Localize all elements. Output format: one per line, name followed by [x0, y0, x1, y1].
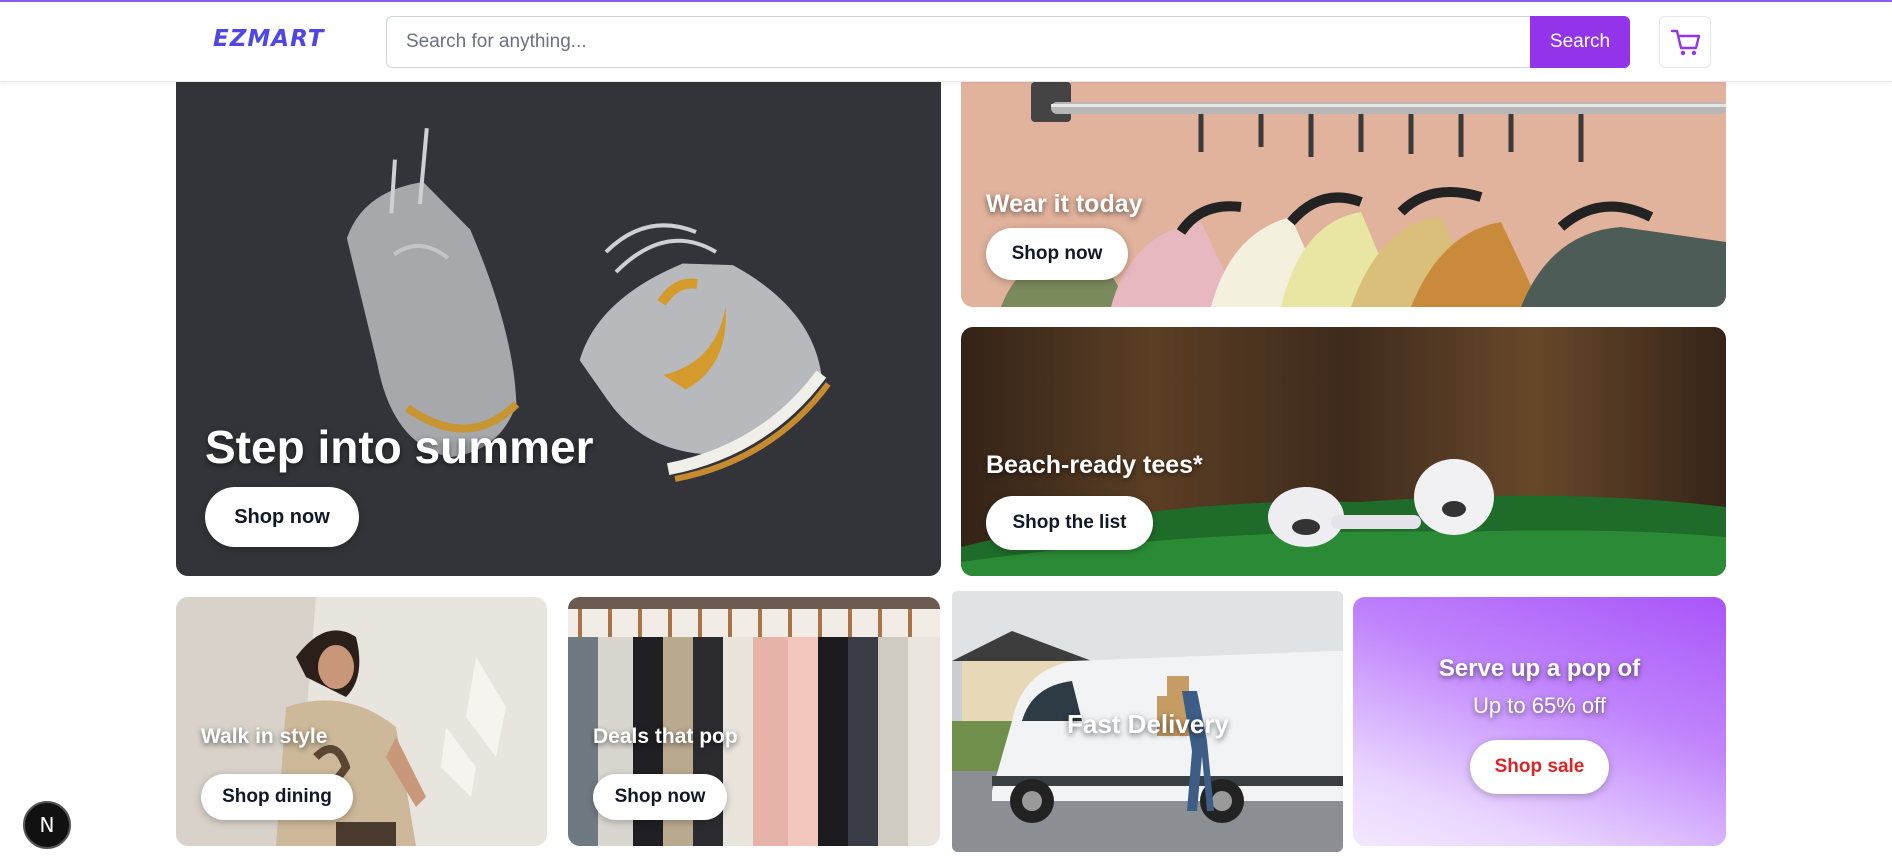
promo-sale-tile[interactable]: Serve up a pop of Up to 65% off Shop sal… [1353, 597, 1726, 846]
search-input[interactable] [387, 17, 1531, 67]
promo-title: Serve up a pop of [1438, 655, 1641, 682]
deals-that-pop-tile[interactable]: Deals that pop Shop now [568, 597, 940, 846]
deals-title: Deals that pop [593, 725, 738, 748]
deals-shop-now-button[interactable]: Shop now [593, 774, 727, 820]
hero-shop-now-button[interactable]: Shop now [205, 487, 359, 547]
walk-in-style-tile[interactable]: Walk in style Shop dining [176, 597, 547, 846]
search-bar: Search [386, 16, 1630, 68]
cart-icon [1671, 29, 1701, 56]
wear-title: Wear it today [986, 190, 1143, 218]
hero-tile-sneakers[interactable]: Step into summer Shop now [176, 82, 941, 576]
hero-title: Step into summer [205, 421, 594, 473]
promo-shop-sale-button[interactable]: Shop sale [1470, 740, 1609, 794]
dev-tools-badge[interactable]: N [23, 801, 71, 849]
fast-delivery-tile[interactable]: Fast Delivery [952, 591, 1343, 852]
walk-shop-dining-button[interactable]: Shop dining [201, 774, 353, 820]
wear-it-today-tile[interactable]: Wear it today Shop now [961, 82, 1726, 307]
cart-button[interactable] [1659, 16, 1711, 68]
promo-subtitle: Up to 65% off [1473, 693, 1606, 718]
site-header: EZMART Search [0, 2, 1892, 82]
ezmart-logo[interactable]: EZMART [213, 26, 324, 52]
walk-title: Walk in style [201, 725, 328, 748]
beach-shop-the-list-button[interactable]: Shop the list [986, 496, 1153, 550]
search-button[interactable]: Search [1530, 16, 1630, 68]
beach-ready-tees-tile[interactable]: Beach-ready tees* Shop the list [961, 327, 1726, 576]
delivery-title: Fast Delivery [1067, 709, 1229, 739]
beach-title: Beach-ready tees* [986, 451, 1203, 479]
wear-shop-now-button[interactable]: Shop now [986, 228, 1128, 280]
